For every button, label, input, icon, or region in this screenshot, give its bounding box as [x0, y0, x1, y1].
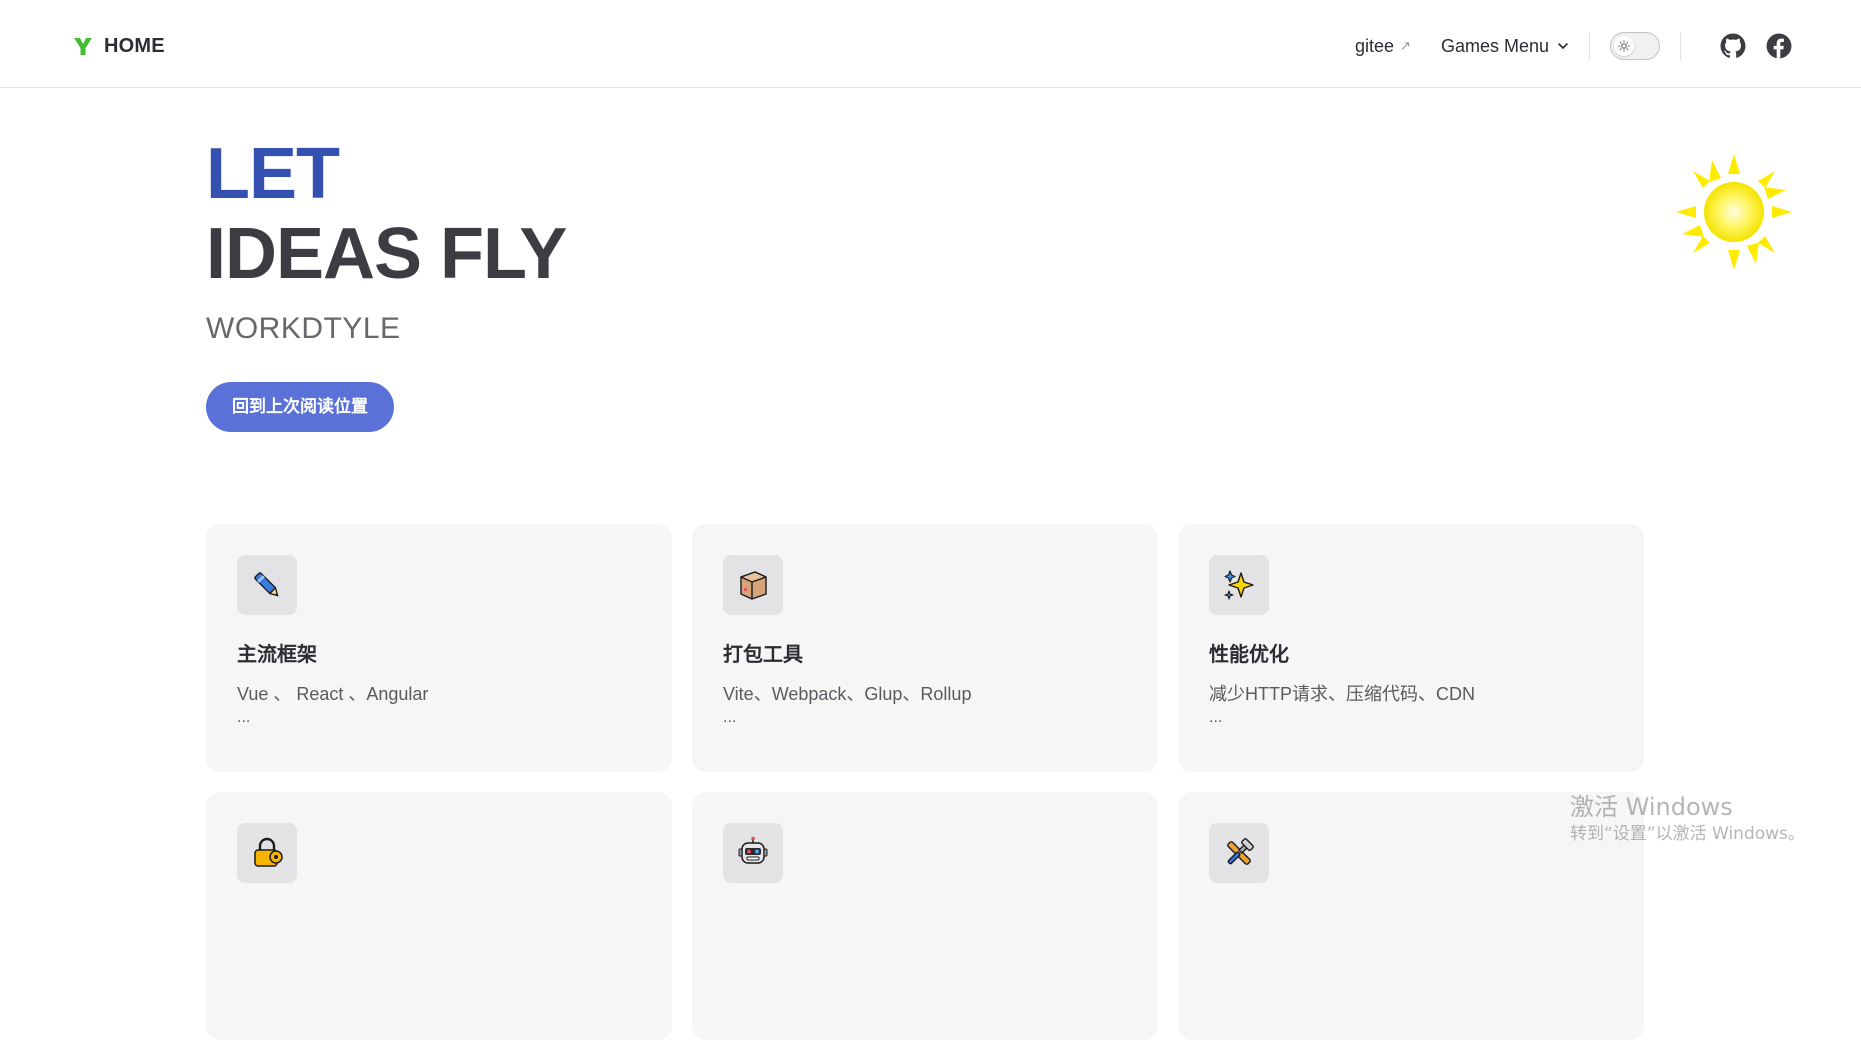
- theme-toggle[interactable]: [1610, 32, 1660, 60]
- feature-card[interactable]: [1178, 792, 1644, 1040]
- nav-link-gitee[interactable]: gitee ↗: [1355, 36, 1411, 57]
- feature-more: ...: [723, 709, 737, 726]
- brand-title: HOME: [104, 34, 165, 57]
- feature-icon-box: [1209, 555, 1269, 615]
- feature-icon-box: [237, 823, 297, 883]
- robot-icon: [738, 836, 768, 864]
- nav-right: gitee ↗ Games Menu: [1355, 28, 1793, 64]
- feature-card[interactable]: 打包工具 Vite、Webpack、Glup、Rollup ...: [692, 524, 1158, 772]
- resume-reading-button[interactable]: 回到上次阅读位置: [206, 382, 394, 432]
- feature-icon-box: [723, 555, 783, 615]
- pen-icon: [254, 572, 279, 597]
- feature-title: 打包工具: [723, 644, 803, 666]
- nav-menu-games[interactable]: Games Menu: [1441, 36, 1569, 57]
- nav-divider: [1680, 32, 1681, 60]
- facebook-link[interactable]: [1765, 32, 1793, 60]
- feature-card[interactable]: 主流框架 Vue 、 React 、Angular ...: [206, 524, 672, 772]
- sparkles-icon: [1224, 570, 1254, 600]
- features-grid: 主流框架 Vue 、 React 、Angular ... 打包工具 Vite、…: [206, 524, 1646, 1040]
- github-link[interactable]: [1719, 32, 1747, 60]
- feature-icon-box: [723, 823, 783, 883]
- brand-home-link[interactable]: HOME: [72, 30, 165, 62]
- nav-link-gitee-label: gitee: [1355, 35, 1395, 56]
- feature-card[interactable]: [692, 792, 1158, 1040]
- feature-details: Vue 、 React 、Angular: [237, 684, 429, 704]
- facebook-icon: [1766, 33, 1792, 59]
- nav-divider: [1589, 32, 1590, 60]
- nav-menu-games-label: Games Menu: [1440, 35, 1549, 56]
- tools-icon: [1227, 838, 1254, 865]
- feature-icon-box: [1209, 823, 1269, 883]
- package-icon: [740, 571, 767, 600]
- hero-name: LET: [206, 134, 340, 214]
- lock-icon: [254, 837, 283, 867]
- hero-section: LET IDEAS FLY WORKDTYLE 回到上次阅读位置: [206, 134, 567, 432]
- feature-details: Vite、Webpack、Glup、Rollup: [723, 684, 972, 704]
- hero-text: IDEAS FLY: [206, 214, 567, 294]
- external-link-icon: ↗: [1400, 38, 1411, 53]
- toggle-knob: [1614, 36, 1634, 56]
- feature-card[interactable]: 性能优化 减少HTTP请求、压缩代码、CDN ...: [1178, 524, 1644, 772]
- feature-title: 性能优化: [1209, 644, 1289, 666]
- sun-icon: [1676, 154, 1792, 270]
- chevron-down-icon: [1558, 43, 1568, 49]
- github-icon: [1720, 33, 1746, 58]
- sun-small-icon: [1618, 40, 1630, 52]
- top-navbar: HOME gitee ↗ Games Menu: [0, 0, 1861, 88]
- feature-details: 减少HTTP请求、压缩代码、CDN: [1209, 684, 1475, 704]
- feature-title: 主流框架: [237, 644, 317, 666]
- feature-more: ...: [237, 709, 251, 726]
- hero-tagline: WORKDTYLE: [206, 312, 401, 345]
- feature-card[interactable]: [206, 792, 672, 1040]
- feature-icon-box: [237, 555, 297, 615]
- feature-more: ...: [1209, 709, 1223, 726]
- logo-icon: [74, 38, 92, 55]
